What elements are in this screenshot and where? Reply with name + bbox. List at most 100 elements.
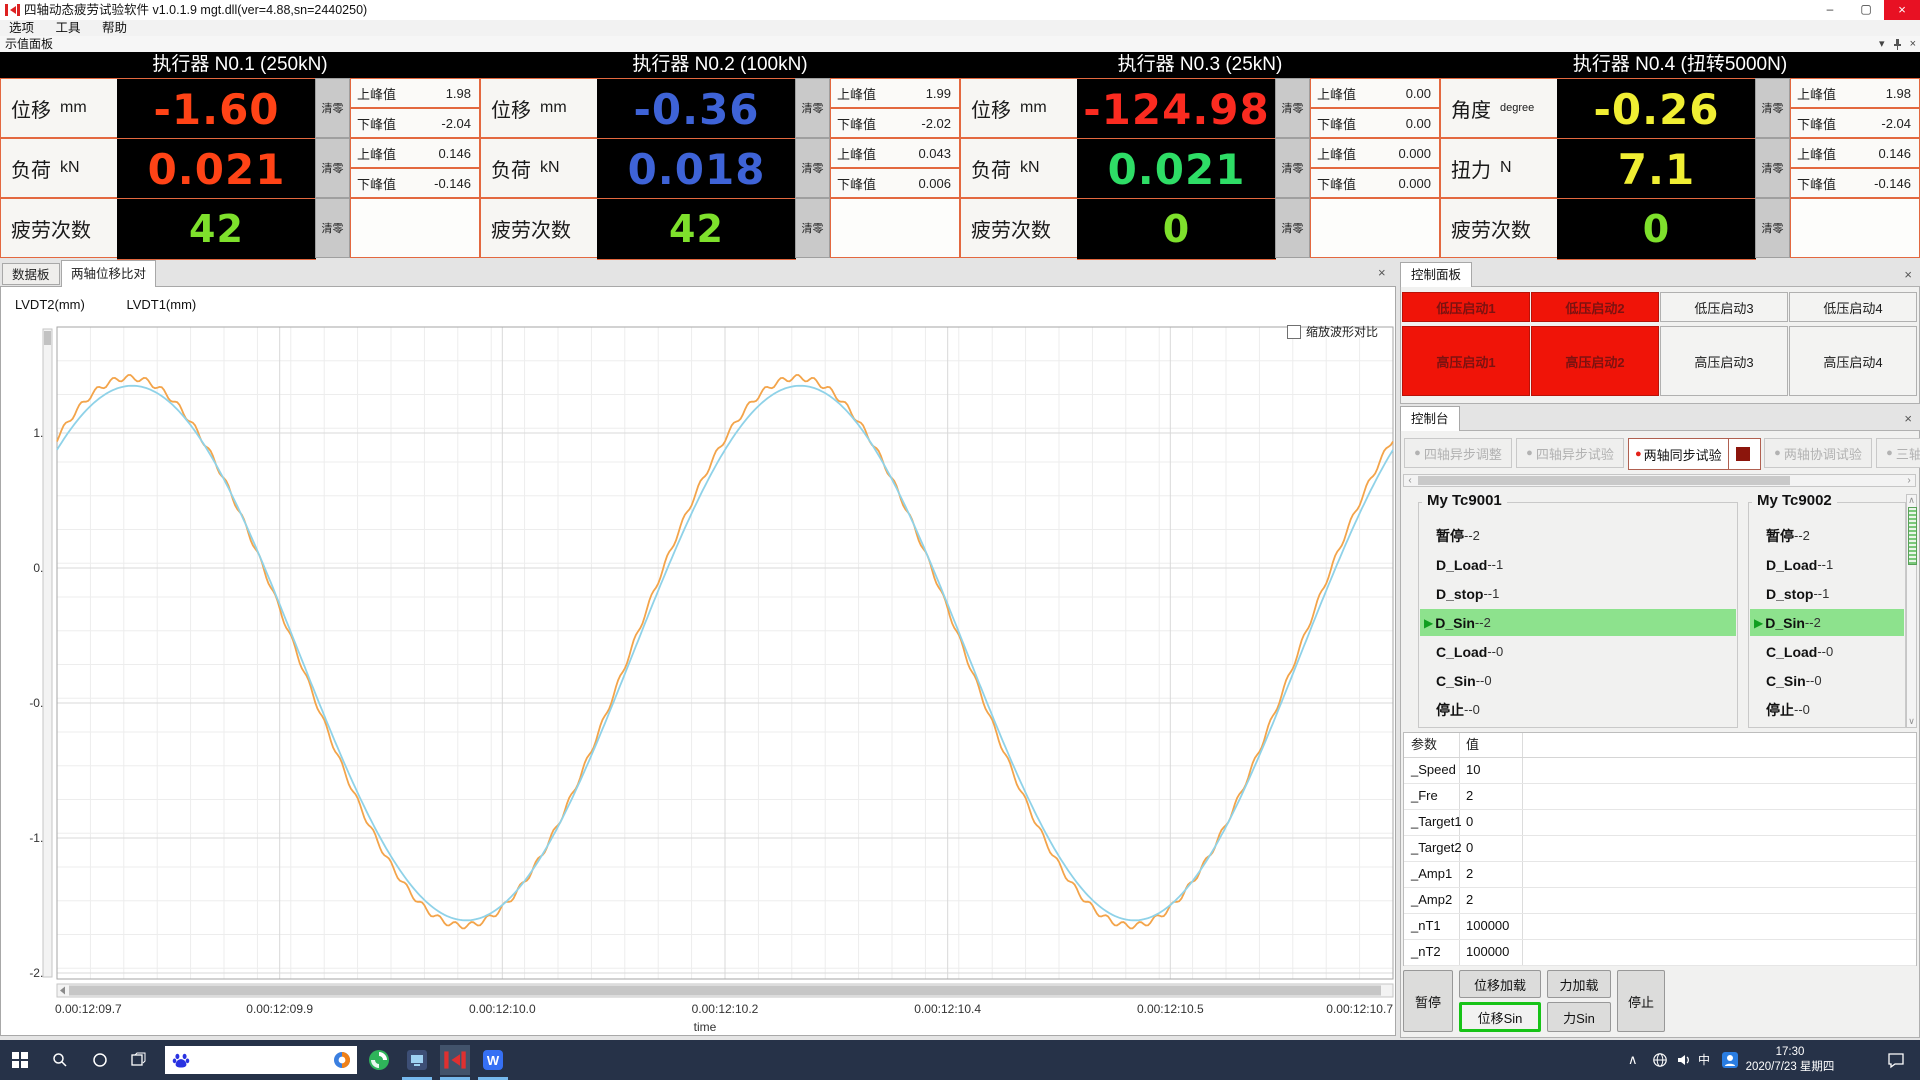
task-view-icon[interactable]: [126, 1048, 150, 1072]
volume-icon[interactable]: [1672, 1048, 1696, 1072]
parameter-row[interactable]: _Target10: [1404, 809, 1916, 836]
scroll-up-icon[interactable]: ∧: [1907, 495, 1916, 506]
network-globe-icon[interactable]: [1648, 1048, 1672, 1072]
input-method-indicator[interactable]: 中: [1698, 1040, 1710, 1080]
mode-toolbar-scrollbar[interactable]: ‹ ›: [1403, 474, 1916, 487]
pause-button[interactable]: 暂停: [1403, 970, 1453, 1032]
clear-button[interactable]: 清零: [795, 198, 830, 258]
parameter-row[interactable]: _Speed10: [1404, 757, 1916, 784]
taskbar-search-input[interactable]: [165, 1046, 357, 1074]
computer-app-icon[interactable]: [402, 1045, 432, 1075]
program-step[interactable]: D_Load--1: [1750, 551, 1904, 578]
program-step[interactable]: C_Sin--0: [1750, 667, 1904, 694]
pressure-start-button[interactable]: 高压启动4: [1789, 326, 1917, 396]
clear-button[interactable]: 清零: [1755, 78, 1790, 138]
tab-data-board[interactable]: 数据板: [2, 263, 60, 285]
menu-help[interactable]: 帮助: [93, 20, 136, 36]
clear-button[interactable]: 清零: [1275, 138, 1310, 198]
clear-button[interactable]: 清零: [795, 138, 830, 198]
pressure-start-button[interactable]: 高压启动3: [1660, 326, 1788, 396]
minimize-button[interactable]: –: [1812, 0, 1848, 20]
mode-button[interactable]: ●四轴异步调整: [1404, 438, 1512, 468]
mode-stop-square-button[interactable]: [1728, 439, 1757, 469]
control-panel-tab[interactable]: 控制面板: [1400, 262, 1472, 287]
clear-button[interactable]: 清零: [315, 198, 350, 258]
menu-tools[interactable]: 工具: [47, 20, 90, 36]
force-sin-button[interactable]: 力Sin: [1547, 1002, 1611, 1032]
clear-button[interactable]: 清零: [1275, 198, 1310, 258]
chart-horizontal-scroll-thumb[interactable]: [69, 986, 1381, 996]
pin-icon[interactable]: [1893, 39, 1902, 50]
parameter-row[interactable]: _nT1100000: [1404, 913, 1916, 940]
pressure-start-button[interactable]: 低压启动1: [1402, 292, 1530, 322]
pressure-start-button[interactable]: 高压启动1: [1402, 326, 1530, 396]
clear-button[interactable]: 清零: [315, 138, 350, 198]
console-panel-close-icon[interactable]: ×: [1904, 412, 1912, 426]
displacement-sin-button[interactable]: 位移Sin: [1459, 1002, 1541, 1032]
clear-button[interactable]: 清零: [1755, 138, 1790, 198]
menu-options[interactable]: 选项: [0, 20, 43, 36]
tab-two-axis-compare[interactable]: 两轴位移比对: [61, 260, 156, 287]
pressure-start-button[interactable]: 低压启动4: [1789, 292, 1917, 322]
control-panel-close-icon[interactable]: ×: [1904, 268, 1912, 282]
parameter-row[interactable]: _Amp12: [1404, 861, 1916, 888]
pressure-start-button[interactable]: 低压启动3: [1660, 292, 1788, 322]
displacement-load-button[interactable]: 位移加载: [1459, 970, 1541, 998]
pressure-start-button[interactable]: 低压启动2: [1531, 292, 1659, 322]
indicator-panel-caption: 示值面板 ▾ ×: [0, 36, 1920, 53]
browser-360-icon[interactable]: [364, 1045, 394, 1075]
mode-toolbar-scroll-thumb[interactable]: [1418, 476, 1790, 485]
clear-button[interactable]: 清零: [1755, 198, 1790, 258]
program-step[interactable]: 暂停--2: [1750, 522, 1904, 549]
clear-button[interactable]: 清零: [315, 78, 350, 138]
parameter-row[interactable]: _nT2100000: [1404, 939, 1916, 966]
taskbar-clock[interactable]: 17:30 2020/7/23 星期四: [1744, 1045, 1836, 1075]
scroll-left-icon[interactable]: ‹: [1404, 475, 1416, 486]
fatigue-app-icon[interactable]: [440, 1045, 470, 1075]
program-step[interactable]: C_Sin--0: [1420, 667, 1736, 694]
maximize-button[interactable]: ▢: [1848, 0, 1884, 20]
program-step[interactable]: 暂停--2: [1420, 522, 1736, 549]
mode-button-active[interactable]: ●两轴同步试验: [1628, 438, 1761, 470]
zoom-compare-checkbox[interactable]: 缩放波形对比: [1287, 323, 1378, 340]
mode-button[interactable]: ●三轴异步试验: [1876, 438, 1920, 468]
wps-icon[interactable]: W: [478, 1045, 508, 1075]
mode-button[interactable]: ●四轴异步试验: [1516, 438, 1624, 468]
program-step-selected[interactable]: ▶D_Sin--2: [1750, 609, 1904, 636]
tray-expand-icon[interactable]: ∧: [1628, 1040, 1638, 1080]
force-load-button[interactable]: 力加载: [1547, 970, 1611, 998]
scroll-right-icon[interactable]: ›: [1903, 475, 1915, 486]
program-list-scrollbar[interactable]: ∧ ∨: [1906, 494, 1917, 728]
cortana-icon[interactable]: [88, 1048, 112, 1072]
action-center-icon[interactable]: [1884, 1048, 1908, 1072]
dropdown-icon[interactable]: ▾: [1879, 36, 1885, 52]
messenger-icon[interactable]: [1718, 1048, 1742, 1072]
program-step[interactable]: D_stop--1: [1420, 580, 1736, 607]
close-panel-icon[interactable]: ×: [1910, 36, 1916, 52]
parameter-row[interactable]: _Amp22: [1404, 887, 1916, 914]
mode-button[interactable]: ●两轴协调试验: [1764, 438, 1872, 468]
chart-close-icon[interactable]: ×: [1378, 266, 1386, 280]
program-step[interactable]: 停止--0: [1420, 696, 1736, 723]
start-button[interactable]: [8, 1048, 32, 1072]
search-icon[interactable]: [48, 1048, 72, 1072]
chart-vertical-scrollbar[interactable]: [43, 329, 52, 977]
scroll-down-icon[interactable]: ∨: [1907, 716, 1916, 727]
program-step[interactable]: C_Load--0: [1420, 638, 1736, 665]
program-step[interactable]: 停止--0: [1750, 696, 1904, 723]
stop-button[interactable]: 停止: [1617, 970, 1665, 1032]
pressure-start-button[interactable]: 高压启动2: [1531, 326, 1659, 396]
chart-vertical-scroll-thumb[interactable]: [44, 331, 51, 345]
checkbox-icon[interactable]: [1287, 325, 1301, 339]
program-step-selected[interactable]: ▶D_Sin--2: [1420, 609, 1736, 636]
clear-button[interactable]: 清零: [795, 78, 830, 138]
parameter-row[interactable]: _Target20: [1404, 835, 1916, 862]
program-list-scroll-thumb[interactable]: [1908, 507, 1917, 565]
program-step[interactable]: D_Load--1: [1420, 551, 1736, 578]
parameter-row[interactable]: _Fre2: [1404, 783, 1916, 810]
program-step[interactable]: C_Load--0: [1750, 638, 1904, 665]
close-button[interactable]: ×: [1884, 0, 1920, 20]
clear-button[interactable]: 清零: [1275, 78, 1310, 138]
console-panel-tab[interactable]: 控制台: [1400, 406, 1460, 431]
program-step[interactable]: D_stop--1: [1750, 580, 1904, 607]
